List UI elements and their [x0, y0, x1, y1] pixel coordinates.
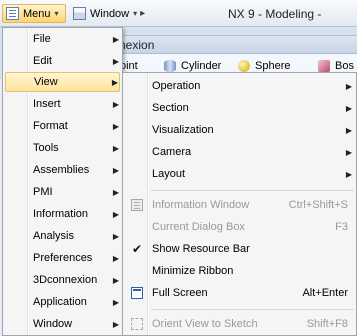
orient-view-icon	[131, 318, 143, 330]
menu-item-application[interactable]: Application ▶	[5, 292, 120, 312]
submenu-arrow-icon: ▶	[112, 275, 119, 285]
submenu-item-information-window[interactable]: Information Window Ctrl+Shift+S	[125, 195, 356, 215]
submenu-arrow-icon: ▶	[345, 103, 352, 113]
shortcut-label: Ctrl+Shift+S	[288, 199, 348, 211]
menu-item-label: Analysis	[33, 230, 74, 242]
sphere-icon	[238, 60, 250, 72]
shortcut-label: F3	[335, 221, 348, 233]
window-icon	[73, 7, 86, 20]
submenu-arrow-icon: ▶	[345, 125, 352, 135]
submenu-arrow-icon: ▶	[111, 77, 118, 87]
submenu-item-label: Layout	[152, 168, 186, 180]
submenu-item-orient-view-to-sketch[interactable]: Orient View to Sketch Shift+F8	[125, 314, 356, 334]
menu-item-analysis[interactable]: Analysis ▶	[5, 226, 120, 246]
menu-item-label: Application	[33, 296, 87, 308]
window-button[interactable]: Window ▾ ▸	[70, 4, 160, 23]
full-screen-icon	[131, 287, 143, 299]
menu-item-label: Tools	[33, 142, 59, 154]
submenu-item-camera[interactable]: Camera ▶	[125, 142, 356, 162]
submenu-arrow-icon: ▶	[112, 56, 119, 66]
submenu-item-label: Camera	[152, 146, 192, 158]
submenu-item-current-dialog-box[interactable]: Current Dialog Box F3	[125, 217, 356, 237]
submenu-arrow-icon: ▶	[345, 169, 352, 179]
shortcut-label: Alt+Enter	[302, 287, 348, 299]
submenu-arrow-icon: ▶	[112, 231, 119, 241]
submenu-arrow-icon: ▶	[112, 209, 119, 219]
submenu-arrow-icon: ▶	[112, 143, 119, 153]
submenu-arrow-icon: ▶	[112, 165, 119, 175]
box-icon	[318, 60, 330, 72]
menu-item-window[interactable]: Window ▶	[5, 314, 120, 334]
window-button-label: Window	[90, 7, 130, 20]
main-menu: File ▶ Edit ▶ View ▶ Insert ▶ Format ▶ T…	[2, 27, 123, 336]
menu-item-file[interactable]: File ▶	[5, 29, 120, 49]
menu-item-label: Information	[33, 208, 89, 220]
submenu-item-label: Operation	[152, 80, 201, 92]
menu-item-edit[interactable]: Edit ▶	[5, 51, 120, 71]
menu-item-insert[interactable]: Insert ▶	[5, 94, 120, 114]
menu-item-view[interactable]: View ▶	[5, 72, 120, 92]
app-title: NX 9 - Modeling -	[228, 7, 322, 21]
menu-item-information[interactable]: Information ▶	[5, 204, 120, 224]
submenu-item-label: Current Dialog Box	[152, 221, 245, 233]
submenu-arrow-icon: ▶	[112, 34, 119, 44]
menu-item-label: View	[34, 76, 58, 88]
menu-item-format[interactable]: Format ▶	[5, 116, 120, 136]
submenu-item-operation[interactable]: Operation ▶	[125, 76, 356, 96]
submenu-item-label: Show Resource Bar	[152, 243, 250, 255]
menu-item-label: PMI	[33, 186, 53, 198]
quick-access-toolbar: Menu ▾ Window ▾ ▸ NX 9 - Modeling -	[0, 0, 357, 27]
menu-item-label: Preferences	[33, 252, 93, 264]
submenu-item-show-resource-bar[interactable]: ✔ Show Resource Bar	[125, 239, 356, 259]
submenu-arrow-icon: ▶	[112, 99, 119, 109]
menu-item-tools[interactable]: Tools ▶	[5, 138, 120, 158]
submenu-item-label: Section	[152, 102, 189, 114]
shortcut-label: Shift+F8	[306, 318, 348, 330]
box-button-label: Bos	[335, 60, 354, 72]
menu-item-label: Format	[33, 120, 68, 132]
submenu-item-minimize-ribbon[interactable]: Minimize Ribbon	[125, 261, 356, 281]
submenu-item-visualization[interactable]: Visualization ▶	[125, 120, 356, 140]
menu-item-label: File	[33, 33, 51, 45]
menu-separator	[151, 190, 354, 191]
ribbon-tab-3dconnexion[interactable]: nexion	[118, 35, 357, 54]
sphere-button-label: Sphere	[255, 60, 291, 72]
menu-item-label: Insert	[33, 98, 61, 110]
submenu-arrow-icon: ▶	[112, 121, 119, 131]
submenu-arrow-icon: ▶	[112, 187, 119, 197]
checkmark-icon: ✔	[131, 242, 143, 256]
menu-item-preferences[interactable]: Preferences ▶	[5, 248, 120, 268]
menu-item-label: Window	[33, 318, 73, 330]
submenu-arrow-icon: ▶	[345, 147, 352, 157]
submenu-item-label: Orient View to Sketch	[152, 318, 258, 330]
menu-separator	[151, 309, 354, 310]
menu-button[interactable]: Menu ▾	[2, 4, 66, 23]
cylinder-icon	[164, 60, 176, 72]
menu-item-assemblies[interactable]: Assemblies ▶	[5, 160, 120, 180]
information-window-icon	[131, 199, 143, 211]
submenu-arrow-icon: ▶	[112, 253, 119, 263]
menu-item-3dconnexion[interactable]: 3Dconnexion ▶	[5, 270, 120, 290]
view-submenu: Operation ▶ Section ▶ Visualization ▶ Ca…	[122, 72, 357, 336]
submenu-item-label: Visualization	[152, 124, 214, 136]
cylinder-button-label: Cylinder	[181, 60, 222, 72]
submenu-item-label: Minimize Ribbon	[152, 265, 234, 277]
menu-item-label: Edit	[33, 55, 52, 67]
submenu-arrow-icon: ▶	[112, 297, 119, 307]
menu-item-label: Assemblies	[33, 164, 90, 176]
submenu-item-layout[interactable]: Layout ▶	[125, 164, 356, 184]
toolbar-overflow-icon[interactable]: ▸	[140, 8, 145, 19]
submenu-arrow-icon: ▶	[345, 81, 352, 91]
submenu-item-section[interactable]: Section ▶	[125, 98, 356, 118]
submenu-item-label: Information Window	[152, 199, 250, 211]
submenu-item-label: Full Screen	[152, 287, 208, 299]
submenu-arrow-icon: ▶	[112, 319, 119, 329]
menu-caret-icon: ▾	[54, 9, 59, 18]
menu-item-pmi[interactable]: PMI ▶	[5, 182, 120, 202]
submenu-item-full-screen[interactable]: Full Screen Alt+Enter	[125, 283, 356, 303]
menu-button-label: Menu	[23, 7, 51, 20]
menu-item-label: 3Dconnexion	[33, 274, 98, 286]
menu-icon	[6, 7, 19, 20]
window-caret-icon: ▾	[133, 9, 138, 18]
